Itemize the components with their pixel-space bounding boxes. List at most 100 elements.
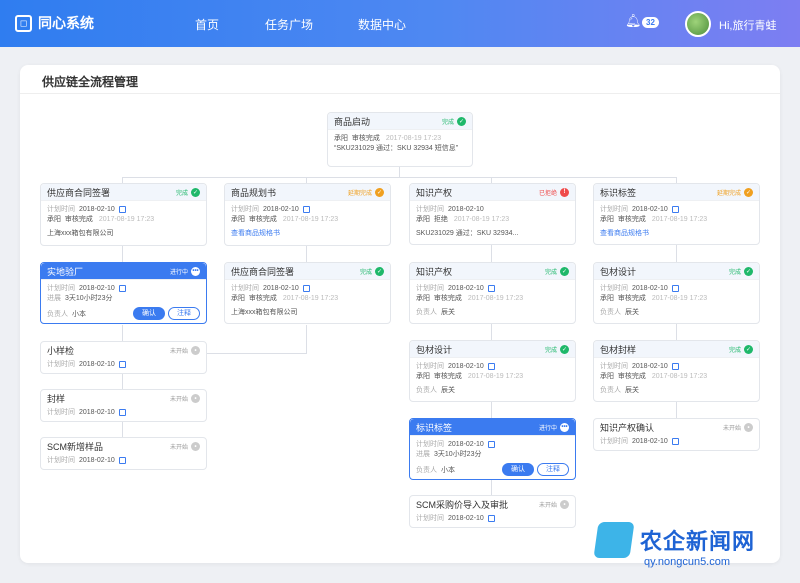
plan-label: 计划时间 — [231, 206, 259, 213]
edit-icon[interactable] — [118, 360, 126, 368]
edit-icon[interactable] — [671, 362, 679, 370]
edit-icon[interactable] — [487, 440, 495, 448]
task-card-ip-confirm[interactable]: 知识产权确认 未开始 • 计划时间 2018-02-10 — [593, 418, 760, 451]
connector — [122, 245, 123, 263]
edit-icon[interactable] — [118, 205, 126, 213]
watermark-name: 农企新闻网 — [640, 529, 756, 554]
status-label: 延期完成 — [347, 190, 372, 197]
connector — [122, 325, 123, 341]
connector — [306, 325, 307, 353]
plan-label: 计划时间 — [47, 409, 75, 416]
plan-label: 计划时间 — [47, 285, 75, 292]
status-label: 未开始 — [722, 426, 741, 432]
pending-icon: • — [560, 500, 569, 509]
confirm-button[interactable]: 确认 — [502, 463, 534, 476]
status-label: 完成 — [441, 119, 454, 126]
avatar[interactable] — [685, 11, 711, 37]
task-card-ip-rejected[interactable]: 知识产权 已拒绝! 计划时间 2018-02-10 承阳 拒绝 2017-08-19 … — [409, 183, 576, 245]
progress-value: 3天10小时23分 — [434, 451, 482, 458]
bell-icon[interactable]: 🔔︎ — [625, 13, 642, 29]
card-note: SKU231029 通过：SKU 32934... — [416, 230, 519, 237]
check-icon: ✓ — [560, 266, 569, 276]
timestamp: 2017-08-19 17:23 — [385, 134, 442, 142]
edit-icon[interactable] — [118, 284, 126, 292]
review-result: 审核完成 — [617, 216, 646, 223]
task-card-ip[interactable]: 知识产权 完成 ✓ 计划时间 2018-02-10 承阳 审核完成 2017-08-19… — [409, 262, 576, 324]
view-spec-link[interactable]: 查看商品规格书 — [600, 228, 753, 238]
edit-icon[interactable] — [671, 284, 679, 292]
edit-icon[interactable] — [671, 205, 679, 213]
nav-home[interactable]: 首页 — [195, 16, 219, 33]
status-label: 未开始 — [169, 397, 188, 403]
reviewer: 承阳 — [416, 295, 430, 302]
edit-icon[interactable] — [487, 362, 495, 370]
task-card-supplier-contract-2[interactable]: 供应商合同签署 完成 ✓ 计划时间 2018-02-10 承阳 审核完成 2017-08… — [224, 262, 391, 324]
comment-button[interactable]: 注释 — [168, 307, 200, 320]
task-card-packaging-design[interactable]: 包材设计 完成 ✓ 计划时间 2018-02-10 承阳 审核完成 2017-08-19… — [409, 340, 576, 402]
card-title: 封样 — [47, 394, 66, 404]
review-result: 审核完成 — [351, 135, 380, 142]
task-card-scm-new-sample[interactable]: SCM新增样品 未开始 • 计划时间 2018-02-10 — [40, 437, 207, 470]
check-icon: ✓ — [744, 344, 753, 354]
task-card-product-launch[interactable]: 商品启动 完成 ✓ 承阳 审核完成 2017-08-19 17:23 “SKU2310… — [327, 112, 473, 167]
plan-date: 2018-02-10 — [263, 205, 299, 213]
connector — [676, 402, 677, 418]
plan-label: 计划时间 — [600, 206, 628, 213]
status-label: 未开始 — [169, 445, 188, 451]
edit-icon[interactable] — [671, 437, 679, 445]
plan-date: 2018-02-10 — [632, 437, 668, 445]
status-label: 进行中 — [538, 425, 557, 432]
review-result: 审核完成 — [64, 216, 93, 223]
review-result: 审核完成 — [617, 295, 646, 302]
comment-button[interactable]: 注释 — [537, 463, 569, 476]
plan-date: 2018-02-10 — [632, 205, 668, 213]
reviewer: 承阳 — [600, 295, 614, 302]
card-title: 知识产权 — [416, 187, 453, 198]
app-logo[interactable]: ◻ 同心系统 — [15, 13, 94, 33]
status-label: 完成 — [728, 269, 741, 276]
reviewer: 承阳 — [47, 216, 61, 223]
edit-icon[interactable] — [302, 205, 310, 213]
task-card-scm-price-import[interactable]: SCM采购价导入及审批 未开始 • 计划时间 2018-02-10 — [409, 495, 576, 528]
task-card-packaging-design-2[interactable]: 包材设计 完成 ✓ 计划时间 2018-02-10 承阳 审核完成 2017-08-19… — [593, 262, 760, 324]
timestamp: 2017-08-19 17:23 — [651, 294, 708, 302]
task-card-packaging-seal[interactable]: 包材封样 完成 ✓ 计划时间 2018-02-10 承阳 审核完成 2017-08-19… — [593, 340, 760, 402]
plan-label: 计划时间 — [416, 441, 444, 448]
user-greeting[interactable]: Hi,旅行青蛙 — [719, 17, 776, 33]
task-card-sample-check[interactable]: 小样检 未开始 • 计划时间 2018-02-10 — [40, 341, 207, 374]
plan-label: 计划时间 — [416, 285, 444, 292]
task-card-label-tag-active[interactable]: 标识标签 进行中 ••• 计划时间 2018-02-10 进展 3天10小时23分 负责… — [409, 418, 576, 480]
edit-icon[interactable] — [118, 408, 126, 416]
confirm-button[interactable]: 确认 — [133, 307, 165, 320]
review-result: 拒绝 — [433, 216, 448, 223]
edit-icon[interactable] — [487, 514, 495, 522]
plan-label: 计划时间 — [416, 515, 444, 522]
nav-data-center[interactable]: 数据中心 — [358, 16, 406, 33]
reviewer: 承阳 — [334, 135, 348, 142]
nav-task-square[interactable]: 任务广场 — [265, 16, 313, 33]
task-card-factory-audit[interactable]: 实地验厂 进行中 ••• 计划时间 2018-02-10 进展 3天10小时23分 负责… — [40, 262, 207, 324]
timestamp: 2017-08-19 17:23 — [467, 294, 524, 302]
alert-icon: ! — [560, 187, 569, 197]
card-note: “SKU231029 通过：SKU 32934 短信息” — [334, 145, 459, 152]
edit-icon[interactable] — [118, 456, 126, 464]
task-card-seal-sample[interactable]: 封样 未开始 • 计划时间 2018-02-10 — [40, 389, 207, 422]
task-card-supplier-contract[interactable]: 供应商合同签署 完成 ✓ 计划时间 2018-02-10 承阳 审核完成 2017-08… — [40, 183, 207, 246]
owner-label: 负责人 — [416, 309, 437, 316]
edit-icon[interactable] — [302, 284, 310, 292]
reviewer: 承阳 — [600, 216, 614, 223]
plan-label: 计划时间 — [231, 285, 259, 292]
edit-icon[interactable] — [487, 284, 495, 292]
view-spec-link[interactable]: 查看商品规格书 — [231, 228, 384, 238]
status-label: 进行中 — [169, 269, 188, 276]
card-title: 商品启动 — [334, 116, 371, 127]
timestamp: 2017-08-19 17:23 — [453, 215, 510, 223]
divider — [20, 93, 780, 94]
task-card-product-plan[interactable]: 商品规划书 延期完成 ✓ 计划时间 2018-02-10 承阳 审核完成 2017-08… — [224, 183, 391, 246]
review-result: 审核完成 — [248, 216, 277, 223]
task-card-label-tag[interactable]: 标识标签 延期完成 ✓ 计划时间 2018-02-10 承阳 审核完成 2017-08-… — [593, 183, 760, 245]
app-name: 同心系统 — [38, 15, 94, 31]
owner-name: 辰关 — [625, 309, 639, 316]
review-result: 审核完成 — [433, 373, 462, 380]
timestamp: 2017-08-19 17:23 — [282, 215, 339, 223]
